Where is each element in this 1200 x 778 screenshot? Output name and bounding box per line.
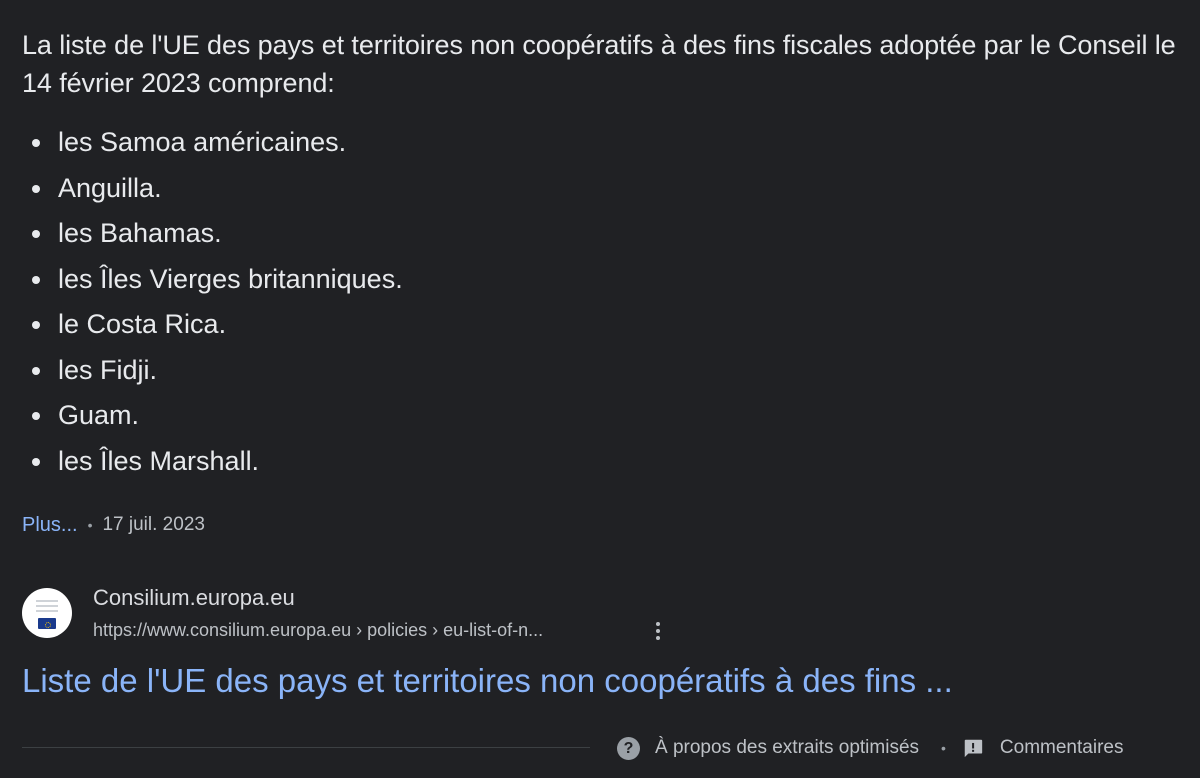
featured-snippet: La liste de l'UE des pays et territoires… <box>0 0 1200 778</box>
list-item-text: Anguilla. <box>58 172 162 203</box>
more-vert-icon[interactable] <box>648 618 668 644</box>
result-title-link[interactable]: Liste de l'UE des pays et territoires no… <box>22 658 953 704</box>
about-snippets-button[interactable]: ? À propos des extraits optimisés <box>617 736 920 760</box>
bullet-icon <box>32 184 40 193</box>
site-url-breadcrumb[interactable]: https://www.consilium.europa.eu › polici… <box>93 618 543 642</box>
help-icon: ? <box>617 736 640 760</box>
list-item-text: les Fidji. <box>58 354 158 385</box>
list-item: Anguilla. <box>22 166 403 212</box>
source-attribution: Consilium.europa.eu https://www.consiliu… <box>22 584 722 644</box>
list-item: les Îles Vierges britanniques. <box>22 257 403 303</box>
list-item: les Fidji. <box>22 348 403 394</box>
feedback-label: Commentaires <box>999 737 1124 758</box>
list-item: les Samoa américaines. <box>22 120 403 166</box>
snippet-footer: ? À propos des extraits optimisés • Comm… <box>617 733 1123 763</box>
list-item-text: les Îles Marshall. <box>58 445 260 476</box>
snippet-meta: Plus... • 17 juil. 2023 <box>22 510 205 540</box>
bullet-icon <box>32 230 40 238</box>
site-name[interactable]: Consilium.europa.eu <box>93 584 295 612</box>
list-item-text: le Costa Rica. <box>58 309 227 339</box>
list-item-text: les Bahamas. <box>58 218 222 248</box>
separator-dot: • <box>941 740 946 756</box>
list-item: les Îles Marshall. <box>22 439 403 485</box>
list-item: le Costa Rica. <box>22 302 403 348</box>
snippet-date: 17 juil. 2023 <box>102 514 205 535</box>
bullet-icon <box>32 275 40 284</box>
divider <box>22 747 590 748</box>
bullet-icon <box>32 321 40 329</box>
more-link[interactable]: Plus... <box>22 514 78 537</box>
bullet-icon <box>32 412 40 420</box>
list-item: les Bahamas. <box>22 211 403 257</box>
list-item-text: Guam. <box>58 400 140 430</box>
about-snippets-label: À propos des extraits optimisés <box>655 737 920 758</box>
list-item-text: les Îles Vierges britanniques. <box>58 263 403 294</box>
separator-dot: • <box>87 517 93 533</box>
list-item-text: les Samoa américaines. <box>58 127 347 157</box>
bullet-icon <box>32 366 40 375</box>
feedback-button[interactable]: Commentaires <box>962 737 1124 759</box>
bullet-icon <box>32 139 40 147</box>
feedback-icon <box>964 739 983 758</box>
snippet-list: les Samoa américaines. Anguilla. les Bah… <box>22 120 403 484</box>
snippet-intro-text: La liste de l'UE des pays et territoires… <box>22 30 1176 98</box>
bullet-icon <box>32 457 40 466</box>
list-item: Guam. <box>22 393 403 439</box>
eu-council-favicon-icon[interactable] <box>22 588 72 638</box>
